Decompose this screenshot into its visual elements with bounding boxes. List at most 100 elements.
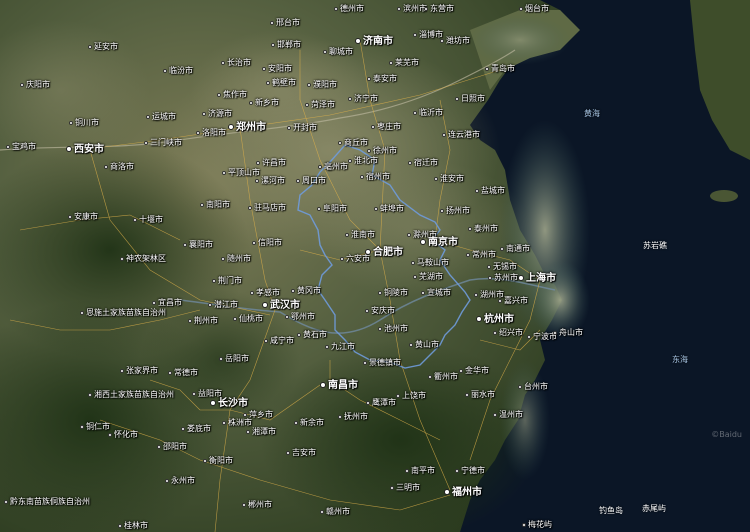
city-label-chenzhou[interactable]: 郴州市: [242, 500, 272, 509]
city-label-zhuzhou[interactable]: 株洲市: [222, 418, 252, 427]
city-label-yiyang[interactable]: 益阳市: [192, 389, 222, 398]
city-label-jinhua[interactable]: 金华市: [459, 366, 489, 375]
city-label-maanshan[interactable]: 马鞍山市: [411, 258, 449, 267]
city-label-taian[interactable]: 泰安市: [367, 74, 397, 83]
city-label-jingzhou[interactable]: 荆州市: [188, 316, 218, 325]
city-label-luoyang[interactable]: 洛阳市: [196, 128, 226, 137]
city-label-qianjiang[interactable]: 潜江市: [208, 300, 238, 309]
city-label-huanggang[interactable]: 黄冈市: [291, 286, 321, 295]
island-label-meihuayu[interactable]: 梅花屿: [522, 520, 552, 529]
satellite-map[interactable]: 黄海 东海 苏岩礁 钓鱼岛 赤尾屿 烟台市 德州市 滨州市 东营市 邢台市 济南…: [0, 0, 750, 532]
city-label-xiaogan[interactable]: 孝感市: [250, 288, 280, 297]
city-label-hebi[interactable]: 鹤壁市: [266, 78, 296, 87]
city-label-enshi[interactable]: 恩施土家族苗族自治州: [80, 308, 166, 317]
city-label-wuhan[interactable]: 武汉市: [262, 300, 300, 311]
city-label-shiyan[interactable]: 十堰市: [133, 215, 163, 224]
city-label-xuancheng[interactable]: 宣城市: [421, 288, 451, 297]
city-label-anyang[interactable]: 安阳市: [262, 64, 292, 73]
city-label-rizhao[interactable]: 日照市: [455, 94, 485, 103]
city-label-jingmen[interactable]: 荆门市: [212, 276, 242, 285]
city-label-zhoukou[interactable]: 周口市: [296, 176, 326, 185]
city-label-suizhou[interactable]: 随州市: [221, 254, 251, 263]
city-label-yichang[interactable]: 宜昌市: [152, 298, 182, 307]
city-label-heze[interactable]: 菏泽市: [305, 100, 335, 109]
city-label-qiandongnan[interactable]: 黔东南苗族侗族自治州: [4, 497, 90, 506]
city-label-nanyang[interactable]: 南阳市: [200, 200, 230, 209]
city-label-yantai[interactable]: 烟台市: [519, 4, 549, 13]
city-label-binzhou[interactable]: 滨州市: [397, 4, 427, 13]
city-label-tongren[interactable]: 铜仁市: [80, 422, 110, 431]
city-label-huaian[interactable]: 淮安市: [434, 174, 464, 183]
city-label-xinyang[interactable]: 信阳市: [252, 238, 282, 247]
city-label-xianning[interactable]: 咸宁市: [264, 336, 294, 345]
city-label-huainan[interactable]: 淮南市: [345, 230, 375, 239]
city-label-dongying[interactable]: 东营市: [424, 4, 454, 13]
city-label-huaibei[interactable]: 淮北市: [348, 156, 378, 165]
city-label-yanan[interactable]: 延安市: [88, 42, 118, 51]
city-label-xingtai[interactable]: 邢台市: [270, 18, 300, 27]
city-label-xuzhou[interactable]: 徐州市: [367, 146, 397, 155]
city-label-puyang[interactable]: 濮阳市: [307, 80, 337, 89]
city-label-xian[interactable]: 西安市: [66, 144, 104, 155]
city-label-jinan[interactable]: 济南市: [355, 36, 393, 47]
city-label-baoji[interactable]: 宝鸡市: [6, 142, 36, 151]
city-label-laiwu[interactable]: 莱芜市: [389, 58, 419, 67]
city-label-suzhou-js[interactable]: 苏州市: [488, 273, 518, 282]
city-label-jiyuan[interactable]: 济源市: [202, 109, 232, 118]
city-label-nantong[interactable]: 南通市: [500, 244, 530, 253]
city-label-sanmenxia[interactable]: 三门峡市: [144, 138, 182, 147]
city-label-jingdezhen[interactable]: 景德镇市: [363, 358, 401, 367]
city-label-quzhou[interactable]: 衢州市: [428, 372, 458, 381]
city-label-xiangxi[interactable]: 湘西土家族苗族自治州: [88, 390, 174, 399]
city-label-qingyang[interactable]: 庆阳市: [20, 80, 50, 89]
city-label-fuyang[interactable]: 阜阳市: [317, 204, 347, 213]
city-label-shangrao[interactable]: 上饶市: [396, 391, 426, 400]
city-label-guilin[interactable]: 桂林市: [118, 521, 148, 530]
city-label-changzhou[interactable]: 常州市: [466, 250, 496, 259]
city-label-huaihua[interactable]: 怀化市: [108, 430, 138, 439]
city-label-jiujiang[interactable]: 九江市: [325, 342, 355, 351]
city-label-chizhou[interactable]: 池州市: [378, 324, 408, 333]
city-label-tongling[interactable]: 铜陵市: [378, 288, 408, 297]
city-label-tongchuan[interactable]: 铜川市: [69, 118, 99, 127]
city-label-changzhi[interactable]: 长治市: [221, 58, 251, 67]
city-label-huangshi[interactable]: 黄石市: [297, 330, 327, 339]
city-label-fuzhou-jx[interactable]: 抚州市: [338, 412, 368, 421]
city-label-nanchang[interactable]: 南昌市: [320, 380, 358, 391]
city-label-zhengzhou[interactable]: 郑州市: [228, 122, 266, 133]
city-label-ganzhou[interactable]: 赣州市: [320, 507, 350, 516]
city-label-luohe[interactable]: 漯河市: [255, 176, 285, 185]
city-label-jiaozuo[interactable]: 焦作市: [217, 90, 247, 99]
city-label-shaoyang[interactable]: 邵阳市: [157, 442, 187, 451]
city-label-xinyu[interactable]: 新余市: [294, 418, 324, 427]
city-label-wuhu[interactable]: 芜湖市: [413, 272, 443, 281]
city-label-hangzhou[interactable]: 杭州市: [476, 314, 514, 325]
city-label-ningde[interactable]: 宁德市: [455, 466, 485, 475]
city-label-hengyang[interactable]: 衡阳市: [203, 456, 233, 465]
city-label-yancheng[interactable]: 盐城市: [475, 186, 505, 195]
city-label-jian[interactable]: 吉安市: [286, 448, 316, 457]
city-label-shanghai[interactable]: 上海市: [518, 273, 556, 284]
city-label-zhoushan[interactable]: 舟山市: [553, 328, 583, 337]
city-label-xuchang[interactable]: 许昌市: [256, 158, 286, 167]
city-label-suzhou-ah[interactable]: 宿州市: [360, 172, 390, 181]
city-label-anqing[interactable]: 安庆市: [365, 306, 395, 315]
city-label-linfen[interactable]: 临汾市: [163, 66, 193, 75]
city-label-shaoxing[interactable]: 绍兴市: [493, 328, 523, 337]
city-label-shennongjia[interactable]: 神农架林区: [120, 254, 166, 263]
city-label-qingdao[interactable]: 青岛市: [485, 64, 515, 73]
city-label-xiangtan[interactable]: 湘潭市: [246, 427, 276, 436]
city-label-zaozhuang[interactable]: 枣庄市: [371, 122, 401, 131]
city-label-kaifeng[interactable]: 开封市: [287, 123, 317, 132]
city-label-xiangyang[interactable]: 襄阳市: [183, 240, 213, 249]
city-label-nanjing[interactable]: 南京市: [420, 237, 458, 248]
city-label-yueyang[interactable]: 岳阳市: [219, 354, 249, 363]
city-label-loudi[interactable]: 娄底市: [181, 424, 211, 433]
city-label-linyi[interactable]: 临沂市: [413, 108, 443, 117]
city-label-huangshan[interactable]: 黄山市: [409, 340, 439, 349]
city-label-taizhou-js[interactable]: 泰州市: [468, 224, 498, 233]
city-label-jining[interactable]: 济宁市: [348, 94, 378, 103]
city-label-suqian[interactable]: 宿迁市: [408, 158, 438, 167]
city-label-dezhou[interactable]: 德州市: [334, 4, 364, 13]
city-label-liaocheng[interactable]: 聊城市: [323, 47, 353, 56]
